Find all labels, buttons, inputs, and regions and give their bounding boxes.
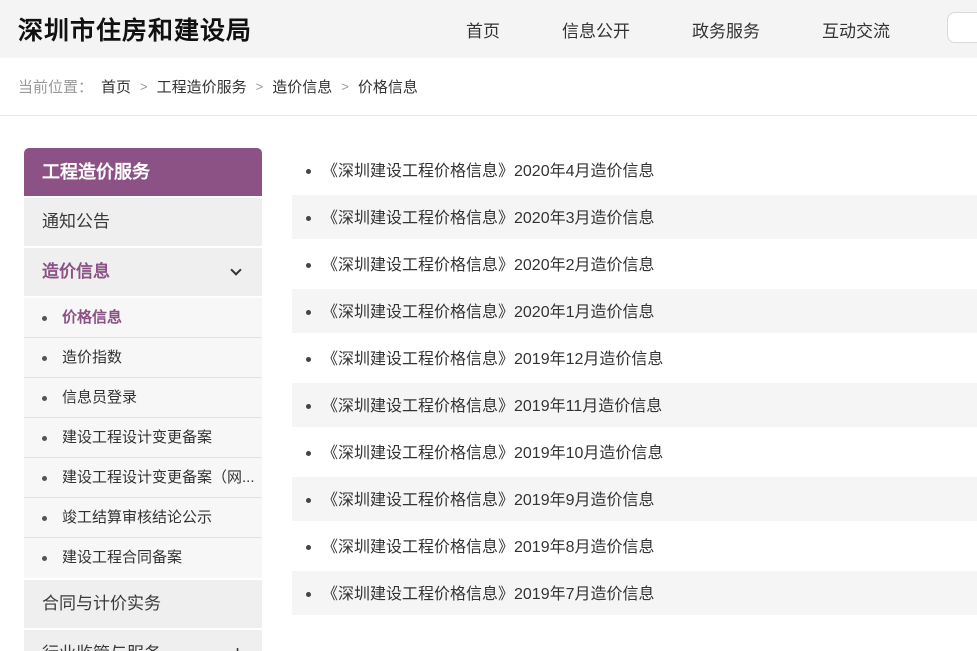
- sidebar-subitem-design-change-record-online[interactable]: 建设工程设计变更备案（网...: [24, 458, 262, 498]
- list-item: 《深圳建设工程价格信息》2020年4月造价信息: [292, 148, 977, 195]
- sidebar-subitem-price-info[interactable]: 价格信息: [24, 298, 262, 338]
- article-link[interactable]: 《深圳建设工程价格信息》2019年11月造价信息: [322, 398, 662, 415]
- nav-item-home[interactable]: 首页: [466, 17, 500, 42]
- site-title: 深圳市住房和建设局: [18, 11, 252, 47]
- breadcrumb-prefix: 当前位置：: [18, 76, 93, 97]
- article-link[interactable]: 《深圳建设工程价格信息》2019年12月造价信息: [322, 351, 663, 368]
- breadcrumb-separator: >: [140, 79, 148, 94]
- breadcrumb-link-cost-info[interactable]: 造价信息: [272, 76, 332, 97]
- bullet-icon: [42, 476, 47, 481]
- nav-item-gov-services[interactable]: 政务服务: [692, 17, 760, 42]
- sidebar-title: 工程造价服务: [24, 148, 262, 196]
- chevron-down-icon: [230, 264, 241, 275]
- site-header: 深圳市住房和建设局 首页 信息公开 政务服务 互动交流: [0, 0, 977, 58]
- list-item: 《深圳建设工程价格信息》2020年3月造价信息: [292, 195, 977, 242]
- article-link[interactable]: 《深圳建设工程价格信息》2020年3月造价信息: [322, 210, 655, 227]
- breadcrumb-separator: >: [256, 79, 264, 94]
- bullet-icon: [42, 356, 47, 361]
- article-link[interactable]: 《深圳建设工程价格信息》2020年4月造价信息: [322, 163, 655, 180]
- sidebar-subitem-label: 建设工程设计变更备案（网...: [62, 469, 255, 486]
- article-link[interactable]: 《深圳建设工程价格信息》2020年1月造价信息: [322, 304, 655, 321]
- sidebar-subitem-label: 造价指数: [62, 349, 122, 366]
- bullet-icon: [306, 545, 311, 550]
- nav-item-info-disclosure[interactable]: 信息公开: [562, 17, 630, 42]
- sidebar-subitem-label: 建设工程合同备案: [62, 549, 182, 566]
- breadcrumb: 当前位置： 首页 > 工程造价服务 > 造价信息 > 价格信息: [0, 58, 977, 116]
- list-item: 《深圳建设工程价格信息》2019年10月造价信息: [292, 430, 977, 477]
- list-item: 《深圳建设工程价格信息》2019年11月造价信息: [292, 383, 977, 430]
- sidebar-subitem-contract-record[interactable]: 建设工程合同备案: [24, 538, 262, 578]
- sidebar-subitem-label: 价格信息: [62, 309, 122, 326]
- bullet-icon: [306, 357, 311, 362]
- article-link[interactable]: 《深圳建设工程价格信息》2019年10月造价信息: [322, 445, 663, 462]
- sidebar-subitem-completion-settlement-review[interactable]: 竣工结算审核结论公示: [24, 498, 262, 538]
- nav-item-interaction[interactable]: 互动交流: [822, 17, 890, 42]
- sidebar-item-industry-supervision[interactable]: 行业监管与服务 +: [24, 630, 262, 651]
- bullet-icon: [42, 556, 47, 561]
- bullet-icon: [306, 451, 311, 456]
- bullet-icon: [306, 169, 311, 174]
- sidebar-subitem-label: 竣工结算审核结论公示: [62, 509, 212, 526]
- sidebar: 工程造价服务 通知公告 造价信息 价格信息 造价指数 信息员登录 建设工: [24, 148, 262, 651]
- sidebar-item-cost-info[interactable]: 造价信息: [24, 248, 262, 296]
- sidebar-item-label: 合同与计价实务: [42, 594, 161, 613]
- bullet-icon: [306, 498, 311, 503]
- bullet-icon: [306, 263, 311, 268]
- breadcrumb-link-home[interactable]: 首页: [101, 76, 131, 97]
- breadcrumb-current: 价格信息: [358, 76, 418, 97]
- sidebar-item-contract-pricing-practice[interactable]: 合同与计价实务: [24, 580, 262, 628]
- article-link[interactable]: 《深圳建设工程价格信息》2019年9月造价信息: [322, 492, 655, 509]
- list-item: 《深圳建设工程价格信息》2020年2月造价信息: [292, 242, 977, 289]
- article-link[interactable]: 《深圳建设工程价格信息》2019年8月造价信息: [322, 539, 655, 556]
- content-layout: 工程造价服务 通知公告 造价信息 价格信息 造价指数 信息员登录 建设工: [0, 148, 977, 651]
- sidebar-subitem-design-change-record[interactable]: 建设工程设计变更备案: [24, 418, 262, 458]
- list-item: 《深圳建设工程价格信息》2019年8月造价信息: [292, 524, 977, 571]
- bullet-icon: [306, 592, 311, 597]
- sidebar-item-label: 造价信息: [42, 262, 110, 281]
- breadcrumb-separator: >: [341, 79, 349, 94]
- sidebar-item-notices[interactable]: 通知公告: [24, 198, 262, 246]
- bullet-icon: [306, 404, 311, 409]
- list-item: 《深圳建设工程价格信息》2020年1月造价信息: [292, 289, 977, 336]
- sidebar-subitem-label: 信息员登录: [62, 389, 137, 406]
- sidebar-subitem-reporter-login[interactable]: 信息员登录: [24, 378, 262, 418]
- sidebar-submenu-cost-info: 价格信息 造价指数 信息员登录 建设工程设计变更备案 建设工程设计变更备案（网.…: [24, 298, 262, 578]
- list-item: 《深圳建设工程价格信息》2019年7月造价信息: [292, 571, 977, 618]
- breadcrumb-link-cost-service[interactable]: 工程造价服务: [157, 76, 247, 97]
- bullet-icon: [42, 316, 47, 321]
- bullet-icon: [42, 396, 47, 401]
- bullet-icon: [42, 436, 47, 441]
- article-link[interactable]: 《深圳建设工程价格信息》2019年7月造价信息: [322, 586, 655, 603]
- list-item: 《深圳建设工程价格信息》2019年9月造价信息: [292, 477, 977, 524]
- sidebar-subitem-label: 建设工程设计变更备案: [62, 429, 212, 446]
- bullet-icon: [306, 216, 311, 221]
- main-nav: 首页 信息公开 政务服务 互动交流: [466, 0, 890, 58]
- search-box[interactable]: [947, 12, 977, 43]
- list-item: 《深圳建设工程价格信息》2019年12月造价信息: [292, 336, 977, 383]
- sidebar-item-label: 行业监管与服务: [42, 644, 161, 651]
- plus-icon: +: [231, 630, 244, 651]
- article-list: 《深圳建设工程价格信息》2020年4月造价信息 《深圳建设工程价格信息》2020…: [292, 148, 977, 618]
- sidebar-item-label: 通知公告: [42, 212, 110, 231]
- bullet-icon: [42, 516, 47, 521]
- bullet-icon: [306, 310, 311, 315]
- article-link[interactable]: 《深圳建设工程价格信息》2020年2月造价信息: [322, 257, 655, 274]
- sidebar-subitem-cost-index[interactable]: 造价指数: [24, 338, 262, 378]
